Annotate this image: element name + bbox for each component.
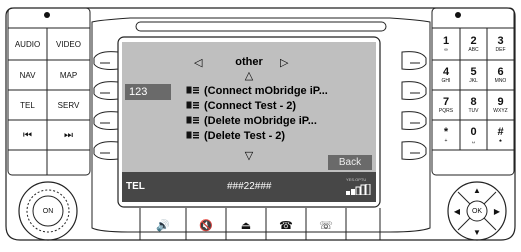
- prev-track-icon: ⏮: [23, 129, 32, 141]
- network-name: YES.OPTU: [346, 177, 367, 182]
- voice-command-button[interactable]: 🔊: [140, 212, 186, 238]
- voice-icon: 🔊: [156, 219, 170, 232]
- key-letters: PQRS: [438, 107, 454, 114]
- video-label: VIDEO: [56, 40, 81, 49]
- list-item-label: (Delete Test - 2): [204, 130, 286, 142]
- call-button[interactable]: ☏: [306, 212, 346, 238]
- list-item-label: (Connect Test - 2): [204, 100, 297, 112]
- nav-left-arrow-icon[interactable]: ◀: [451, 205, 463, 217]
- key-0[interactable]: 0 ␣: [460, 120, 487, 150]
- list-item-label: (Connect mObridge iP...: [204, 85, 328, 97]
- key-2[interactable]: 2 ABC: [460, 29, 487, 60]
- key-1[interactable]: 1 ∞: [432, 29, 460, 60]
- key-digit: 5: [470, 65, 477, 78]
- next-track-button[interactable]: ⏭: [47, 120, 90, 150]
- key-digit: *: [443, 125, 449, 138]
- list-item[interactable]: (Connect mObridge iP...: [186, 85, 328, 97]
- on-label: ON: [42, 207, 54, 215]
- key-digit: 6: [497, 65, 504, 78]
- key-letters: GHI: [441, 77, 451, 84]
- video-button[interactable]: VIDEO: [47, 29, 90, 60]
- serv-button[interactable]: SERV: [47, 90, 90, 120]
- list-item[interactable]: (Delete Test - 2): [186, 130, 285, 142]
- key-digit: 0: [470, 125, 477, 138]
- key-star[interactable]: * +: [432, 120, 460, 150]
- nav-label: NAV: [19, 70, 36, 80]
- contact-card-icon: [186, 115, 199, 127]
- audio-label: AUDIO: [14, 40, 41, 49]
- serv-label: SERV: [57, 100, 80, 110]
- key-9[interactable]: 9 WXYZ: [487, 90, 514, 120]
- hangup-icon: ☎: [279, 219, 293, 232]
- ok-button[interactable]: OK: [467, 201, 487, 221]
- status-bar: TEL ###22### YES.OPTU: [122, 172, 376, 202]
- key-letters: ABC: [468, 47, 479, 53]
- mute-icon: 🔇: [199, 219, 213, 232]
- dialed-number: ###22###: [227, 181, 272, 192]
- list-item[interactable]: (Connect Test - 2): [186, 100, 296, 112]
- power-volume-knob[interactable]: ON: [33, 196, 63, 226]
- list-item-label: (Delete mObridge iP...: [204, 115, 317, 127]
- key-letters: DEF: [495, 47, 506, 53]
- contact-card-icon: [186, 130, 199, 142]
- key-digit: 3: [497, 35, 504, 47]
- call-icon: ☏: [319, 219, 333, 232]
- key-digit: 9: [497, 95, 504, 108]
- key-8[interactable]: 8 TUV: [460, 90, 487, 120]
- key-digit: 8: [470, 95, 477, 108]
- nav-up-arrow-icon[interactable]: ▲: [470, 184, 484, 196]
- back-button[interactable]: Back: [328, 155, 372, 170]
- key-letters: ♠: [499, 137, 502, 144]
- hangup-button[interactable]: ☎: [266, 212, 306, 238]
- key-digit: 2: [470, 35, 477, 47]
- key-letters: MNO: [494, 77, 507, 84]
- scroll-up-arrow-icon[interactable]: △: [122, 69, 376, 82]
- key-letters: +: [444, 137, 448, 144]
- status-mode: TEL: [126, 181, 145, 192]
- contact-card-icon: [186, 100, 199, 112]
- audio-button[interactable]: AUDIO: [8, 29, 47, 60]
- key-digit: 7: [442, 95, 450, 108]
- key-letters: JKL: [469, 77, 478, 84]
- map-label: MAP: [59, 70, 78, 80]
- eject-icon: ⏏: [240, 219, 252, 232]
- key-letters: TUV: [468, 107, 479, 114]
- key-letters: ∞: [444, 47, 448, 53]
- key-6[interactable]: 6 MNO: [487, 60, 514, 90]
- input-mode-indicator[interactable]: 123: [125, 84, 171, 100]
- key-digit: #: [497, 125, 504, 138]
- ok-label: OK: [471, 207, 483, 215]
- menu-right-arrow-icon[interactable]: ▷: [280, 56, 288, 69]
- map-button[interactable]: MAP: [47, 60, 90, 90]
- key-letters: ␣: [471, 137, 476, 144]
- key-digit: 1: [442, 35, 450, 47]
- prev-track-button[interactable]: ⏮: [8, 120, 47, 150]
- key-5[interactable]: 5 JKL: [460, 60, 487, 90]
- key-digit: 4: [442, 65, 450, 78]
- signal-strength-icon: [346, 184, 371, 195]
- key-3[interactable]: 3 DEF: [487, 29, 514, 60]
- eject-button[interactable]: ⏏: [226, 212, 266, 238]
- key-letters: WXYZ: [493, 107, 508, 114]
- menu-title: other: [235, 56, 263, 68]
- mute-button[interactable]: 🔇: [186, 212, 226, 238]
- tel-button[interactable]: TEL: [8, 90, 47, 120]
- contact-card-icon: [186, 85, 199, 97]
- key-4[interactable]: 4 GHI: [432, 60, 460, 90]
- next-track-icon: ⏭: [64, 129, 73, 141]
- nav-right-arrow-icon[interactable]: ▶: [491, 205, 503, 217]
- tel-label: TEL: [20, 100, 35, 110]
- head-unit-panel: AUDIO VIDEO NAV MAP TEL SERV ⏮ ⏭ ON ◁ ot…: [0, 0, 521, 252]
- key-7[interactable]: 7 PQRS: [432, 90, 460, 120]
- nav-button[interactable]: NAV: [8, 60, 47, 90]
- list-item[interactable]: (Delete mObridge iP...: [186, 115, 317, 127]
- key-hash[interactable]: # ♠: [487, 120, 514, 150]
- nav-down-arrow-icon[interactable]: ▼: [470, 226, 484, 238]
